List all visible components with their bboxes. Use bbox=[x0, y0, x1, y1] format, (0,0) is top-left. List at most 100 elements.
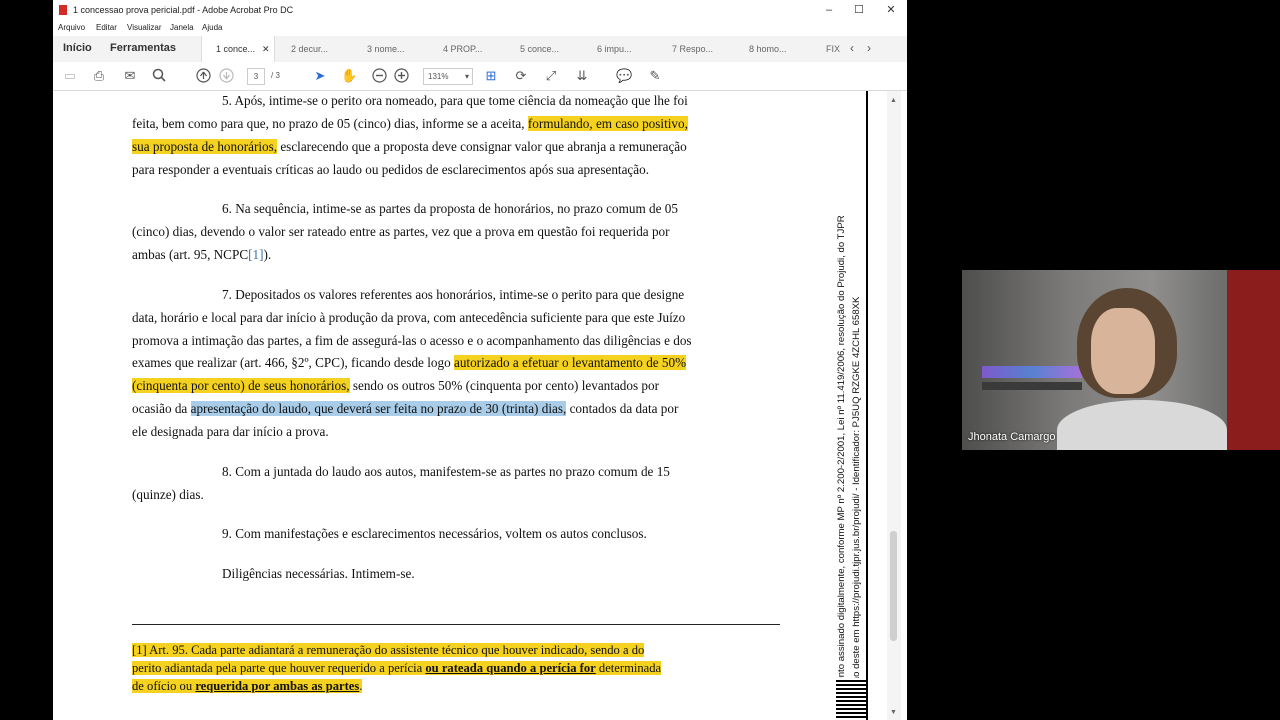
para7-line5-text: sendo os outros 50% (cinquenta por cento… bbox=[352, 378, 659, 393]
highlight-yellow: perito adiantada pela parte que houver r… bbox=[132, 661, 662, 675]
scroll-down-icon[interactable]: ▼ bbox=[890, 709, 897, 716]
menu-ajuda[interactable]: Ajuda bbox=[202, 23, 222, 32]
scroll-mode-icon[interactable]: ⇊ bbox=[574, 68, 590, 84]
highlight-yellow: [1] Art. 95. Cada parte adiantará a remu… bbox=[132, 643, 645, 657]
para7-line6-text: ocasião da bbox=[132, 401, 188, 416]
doc-tab-6[interactable]: 6 impu... bbox=[597, 36, 632, 62]
para7-line7: ele designada para dar início a prova. bbox=[132, 424, 329, 439]
presenter-shirt bbox=[1057, 400, 1227, 450]
para5-line2-text: feita, bem como para que, no prazo de 05… bbox=[132, 116, 525, 131]
para5-line2: feita, bem como para que, no prazo de 05… bbox=[132, 116, 780, 132]
close-tab-icon[interactable]: ✕ bbox=[262, 36, 270, 62]
doc-tab-9[interactable]: FIX bbox=[826, 36, 840, 62]
title-bar: 1 concessao prova pericial.pdf - Adobe A… bbox=[53, 0, 907, 20]
maximize-button[interactable]: ☐ bbox=[845, 3, 873, 17]
acrobat-window: 1 concessao prova pericial.pdf - Adobe A… bbox=[53, 0, 907, 720]
para6-line3-text: ambas (art. 95, NCPC bbox=[132, 247, 249, 262]
highlight-yellow: formulando, em caso positivo, bbox=[527, 116, 688, 131]
footnote-line3-text: de ofício ou bbox=[132, 679, 193, 693]
document-area[interactable]: 5. Após, intime-se o perito ora nomeado,… bbox=[53, 91, 907, 720]
tab-inicio[interactable]: Início bbox=[63, 42, 92, 54]
doc-tab-4[interactable]: 4 PROP... bbox=[443, 36, 482, 62]
footnote-line2-text: perito adiantada pela parte que houver r… bbox=[132, 661, 423, 675]
full-screen-icon[interactable]: ⤢ bbox=[543, 68, 559, 84]
page-total: / 3 bbox=[271, 71, 280, 80]
doc-tab-3[interactable]: 3 nome... bbox=[367, 36, 405, 62]
presenter-face bbox=[1091, 308, 1155, 394]
toolbar: ▭ ⎙ ✉ 3 / 3 ➤ ✋ 131% ▾ ⊞ ⟳ ⤢ ⇊ 💬 ✎ bbox=[53, 62, 907, 91]
page-down-icon[interactable] bbox=[218, 68, 234, 84]
para6-line3: ambas (art. 95, NCPC[1]). bbox=[132, 247, 780, 263]
doc-tab-7[interactable]: 7 Respo... bbox=[672, 36, 713, 62]
menu-arquivo[interactable]: Arquivo bbox=[58, 23, 85, 32]
doc-tab-2[interactable]: 2 decur... bbox=[291, 36, 328, 62]
zoom-in-icon[interactable] bbox=[393, 68, 409, 84]
closing-line: Diligências necessárias. Intimem-se. bbox=[222, 566, 415, 581]
search-icon[interactable] bbox=[151, 68, 167, 84]
save-icon[interactable]: ▭ bbox=[62, 68, 78, 84]
zoom-value: 131% bbox=[428, 72, 449, 81]
pen-icon[interactable]: ✎ bbox=[647, 68, 663, 84]
tab-next-icon[interactable]: › bbox=[867, 41, 871, 55]
para7-line6-end: contados da data por bbox=[569, 401, 679, 416]
highlight-yellow: sua proposta de honorários, bbox=[132, 139, 278, 154]
stamp-line-2: Validação deste em https://projudi.tjpr.… bbox=[851, 296, 862, 713]
tab-ferramentas[interactable]: Ferramentas bbox=[110, 42, 176, 54]
para7-line6: ocasião da apresentação do laudo, que de… bbox=[132, 401, 780, 417]
tab-prev-icon[interactable]: ‹ bbox=[850, 41, 854, 55]
comment-icon[interactable]: 💬 bbox=[616, 68, 632, 84]
footnote-line2: perito adiantada pela parte que houver r… bbox=[132, 661, 662, 676]
digital-signature-stamp: Documento assinado digitalmente, conform… bbox=[834, 91, 867, 720]
para9: 9. Com manifestações e esclarecimentos n… bbox=[222, 526, 647, 541]
fit-page-icon[interactable]: ⊞ bbox=[483, 68, 499, 84]
doc-tab-5[interactable]: 5 conce... bbox=[520, 36, 559, 62]
highlight-yellow: (cinquenta por cento) de seus honorários… bbox=[132, 378, 350, 393]
barcode-image bbox=[836, 678, 866, 718]
zoom-select[interactable]: 131% ▾ bbox=[423, 68, 473, 85]
para6-line1: 6. Na sequência, intime-se as partes da … bbox=[222, 201, 678, 216]
doc-tab-label: 1 conce... bbox=[216, 44, 256, 54]
para5-line4: para responder a eventuais críticas ao l… bbox=[132, 162, 650, 177]
para7-line1: 7. Depositados os valores referentes aos… bbox=[222, 287, 685, 302]
para6-line3-end: ). bbox=[263, 247, 272, 262]
menu-editar[interactable]: Editar bbox=[96, 23, 117, 32]
presenter-figure bbox=[1057, 288, 1227, 450]
para7-line4: exames que realizar (art. 466, §2º, CPC)… bbox=[132, 355, 780, 371]
scroll-up-icon[interactable]: ▲ bbox=[890, 97, 897, 104]
para7-line3: promova a intimação das partes, a fim de… bbox=[132, 333, 692, 348]
webcam-name-label: Jhonata Camargo bbox=[968, 431, 1056, 443]
scrollbar-thumb[interactable] bbox=[890, 531, 897, 641]
hand-tool-icon[interactable]: ✋ bbox=[341, 68, 357, 84]
signature-stamp-text: Documento assinado digitalmente, conform… bbox=[834, 99, 868, 713]
close-button[interactable]: ✕ bbox=[877, 3, 905, 17]
minimize-button[interactable]: – bbox=[815, 3, 843, 17]
para8-line2: (quinze) dias. bbox=[132, 487, 204, 502]
page-number-input[interactable]: 3 bbox=[247, 68, 265, 85]
para8-line1: 8. Com a juntada do laudo aos autos, man… bbox=[222, 464, 670, 479]
telephone-booth bbox=[1227, 270, 1280, 450]
menu-visualizar[interactable]: Visualizar bbox=[127, 23, 162, 32]
doc-tab-8[interactable]: 8 homo... bbox=[749, 36, 787, 62]
footnote-line2-end: determinada bbox=[598, 661, 662, 675]
email-icon[interactable]: ✉ bbox=[122, 68, 138, 84]
vertical-scrollbar[interactable]: ▲ ▼ bbox=[887, 91, 901, 720]
select-cursor-icon[interactable]: ➤ bbox=[312, 68, 328, 84]
para5-line1: 5. Após, intime-se o perito ora nomeado,… bbox=[222, 93, 688, 108]
webcam-overlay: Jhonata Camargo bbox=[962, 270, 1280, 450]
page-edge-divider bbox=[866, 91, 868, 720]
rotate-icon[interactable]: ⟳ bbox=[513, 68, 529, 84]
zoom-out-icon[interactable] bbox=[371, 68, 387, 84]
menu-janela[interactable]: Janela bbox=[170, 23, 194, 32]
selection-highlight: apresentação do laudo, que deverá ser fe… bbox=[190, 401, 567, 416]
para7-line2: data, horário e local para dar início à … bbox=[132, 310, 686, 325]
para5-line3: sua proposta de honorários, esclarecendo… bbox=[132, 139, 780, 155]
tab-bar: Início Ferramentas 1 conce... ✕ 2 decur.… bbox=[53, 36, 907, 63]
print-icon[interactable]: ⎙ bbox=[91, 68, 107, 84]
footnote-bold-underlined: requerida por ambas as partes bbox=[195, 679, 360, 693]
footnote-bold-underlined: ou rateada quando a perícia for bbox=[425, 661, 596, 675]
doc-tab-1[interactable]: 1 conce... ✕ bbox=[201, 36, 275, 62]
page-up-icon[interactable] bbox=[195, 68, 211, 84]
footnote-ref-link[interactable]: [1] bbox=[248, 247, 263, 262]
footnote-line1: [1] Art. 95. Cada parte adiantará a remu… bbox=[132, 643, 645, 658]
stamp-line-1: Documento assinado digitalmente, conform… bbox=[836, 215, 847, 713]
